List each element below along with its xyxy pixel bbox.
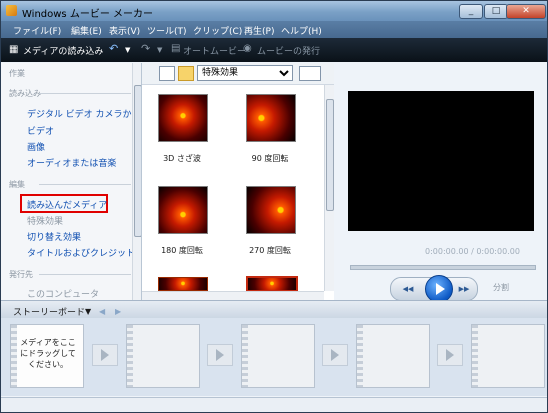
effect-label: 90 度回転 [251, 154, 289, 163]
effect-thumbnail-ripple[interactable] [158, 94, 208, 142]
storyboard-slot[interactable]: メディアをここにドラッグしてください。 [10, 324, 84, 388]
menu-bar: ファイル(F) 編集(E) 表示(V) ツール(T) クリップ(C) 再生(P)… [1, 21, 547, 38]
collection-scroll-thumb[interactable] [326, 99, 334, 211]
publish-to-computer-link[interactable]: このコンピュータ [27, 287, 99, 300]
transitions-link[interactable]: 切り替え効果 [27, 230, 81, 243]
imported-media-link[interactable]: 読み込んだメディア [27, 198, 107, 211]
toolbar: ▦ メディアの読み込み ↶ ▼ ↷ ▼ ▤ オートムービー ◉ ムービーの発行 [1, 38, 547, 62]
rewind-storyboard-icon[interactable]: ◀ [99, 307, 105, 316]
preview-screen [348, 91, 534, 231]
import-media-button[interactable]: メディアの読み込み [23, 44, 103, 57]
window-title: Windows ムービー メーカー [22, 9, 153, 20]
effect-thumbnail-rotate-90[interactable] [246, 94, 296, 142]
maximize-button[interactable]: □ [484, 4, 508, 19]
previous-frame-button[interactable]: ◀◀ [397, 283, 419, 295]
drop-hint: メディアをここにドラッグしてください。 [20, 338, 76, 369]
minimize-button[interactable]: _ [459, 4, 483, 19]
effect-label: 180 度回転 [161, 246, 203, 255]
menu-view[interactable]: 表示(V) [109, 24, 140, 37]
menu-tools[interactable]: ツール(T) [147, 24, 187, 37]
import-icon: ▦ [9, 44, 19, 55]
play-storyboard-icon[interactable]: ▶ [115, 307, 121, 316]
import-pictures-link[interactable]: 画像 [27, 140, 45, 153]
title-bar: Windows ムービー メーカー _ □ ✕ [1, 1, 547, 21]
video-effects-link[interactable]: 特殊効果 [27, 214, 63, 227]
storyboard-toolbar: ストーリーボード ▼ ◀ ▶ [1, 300, 547, 318]
tasks-header: 作業 [9, 69, 25, 78]
transition-slot[interactable] [437, 344, 463, 366]
tasks-pane: 作業 読み込み デジタル ビデオ カメラから ビデオ 画像 オーディオまたは音楽… [1, 63, 142, 300]
next-frame-button[interactable]: ▶▶ [453, 283, 475, 295]
effect-thumbnail-partial[interactable] [158, 277, 208, 291]
transition-slot[interactable] [92, 344, 118, 366]
film-perforation [11, 325, 17, 387]
storyboard-view-dropdown[interactable]: ストーリーボード [13, 305, 85, 318]
redo-icon[interactable]: ↷ [141, 42, 150, 55]
effect-thumbnail-rotate-180[interactable] [158, 186, 208, 234]
close-button[interactable]: ✕ [506, 4, 546, 19]
import-from-dv-camera-link[interactable]: デジタル ビデオ カメラから [27, 107, 141, 120]
storyboard: メディアをここにドラッグしてください。 [1, 318, 547, 396]
transition-slot[interactable] [207, 344, 233, 366]
storyboard-slot[interactable] [241, 324, 315, 388]
menu-play[interactable]: 再生(P) [244, 24, 274, 37]
menu-help[interactable]: ヘルプ(H) [281, 24, 322, 37]
undo-dropdown-icon[interactable]: ▼ [125, 46, 130, 54]
effect-label: 3D さざ波 [163, 154, 201, 163]
automovie-icon: ▤ [171, 43, 181, 54]
effect-label: 270 度回転 [249, 246, 291, 255]
effect-thumbnail-rotate-270[interactable] [246, 186, 296, 234]
app-icon [6, 5, 17, 16]
titles-credits-link[interactable]: タイトルおよびクレジット [27, 246, 135, 259]
publish-movie-button[interactable]: ムービーの発行 [257, 44, 320, 57]
storyboard-slot[interactable] [126, 324, 200, 388]
effect-thumbnail-partial-selected[interactable] [246, 276, 298, 292]
storyboard-slot[interactable] [471, 324, 545, 388]
chevron-down-icon[interactable]: ▼ [85, 307, 91, 316]
tasks-scrollbar[interactable] [132, 63, 141, 300]
time-display: 0:00:00.00 / 0:00:00.00 [425, 247, 520, 256]
folder-up-icon[interactable] [178, 66, 194, 81]
tasks-scroll-thumb[interactable] [134, 85, 141, 237]
split-button[interactable]: 分割 [493, 282, 509, 293]
import-section-header: 読み込み [9, 88, 133, 99]
tasks-toggle-icon[interactable] [159, 66, 175, 81]
preview-monitor: 0:00:00.00 / 0:00:00.00 ◀◀ ▶▶ 分割 [335, 63, 547, 303]
collection-scrollbar[interactable] [324, 85, 334, 291]
collection-toolbar: 特殊効果 [142, 63, 334, 85]
edit-section-header: 編集 [9, 179, 133, 190]
publish-icon: ◉ [243, 43, 252, 54]
redo-dropdown-icon[interactable]: ▼ [157, 46, 162, 54]
status-bar [1, 397, 547, 412]
play-button[interactable] [425, 275, 453, 303]
seek-bar[interactable] [350, 265, 536, 270]
automovie-button[interactable]: オートムービー [183, 44, 246, 57]
menu-edit[interactable]: 編集(E) [71, 24, 102, 37]
menu-clip[interactable]: クリップ(C) [193, 24, 242, 37]
undo-icon[interactable]: ↶ [109, 42, 118, 55]
collection-pane: 特殊効果 3D さざ波 90 度回転 180 度回転 270 度回転 [142, 63, 334, 300]
playback-controls: ◀◀ ▶▶ [390, 275, 478, 303]
collection-horizontal-scrollbar[interactable] [142, 291, 324, 300]
import-video-link[interactable]: ビデオ [27, 124, 54, 137]
collection-dropdown[interactable]: 特殊効果 [197, 65, 293, 81]
import-audio-music-link[interactable]: オーディオまたは音楽 [27, 156, 116, 169]
menu-file[interactable]: ファイル(F) [13, 24, 61, 37]
storyboard-slot[interactable] [356, 324, 430, 388]
publish-section-header: 発行先 [9, 269, 133, 280]
movie-maker-window: Windows ムービー メーカー _ □ ✕ ファイル(F) 編集(E) 表示… [0, 0, 548, 413]
view-options-icon[interactable] [299, 66, 321, 81]
transition-slot[interactable] [322, 344, 348, 366]
